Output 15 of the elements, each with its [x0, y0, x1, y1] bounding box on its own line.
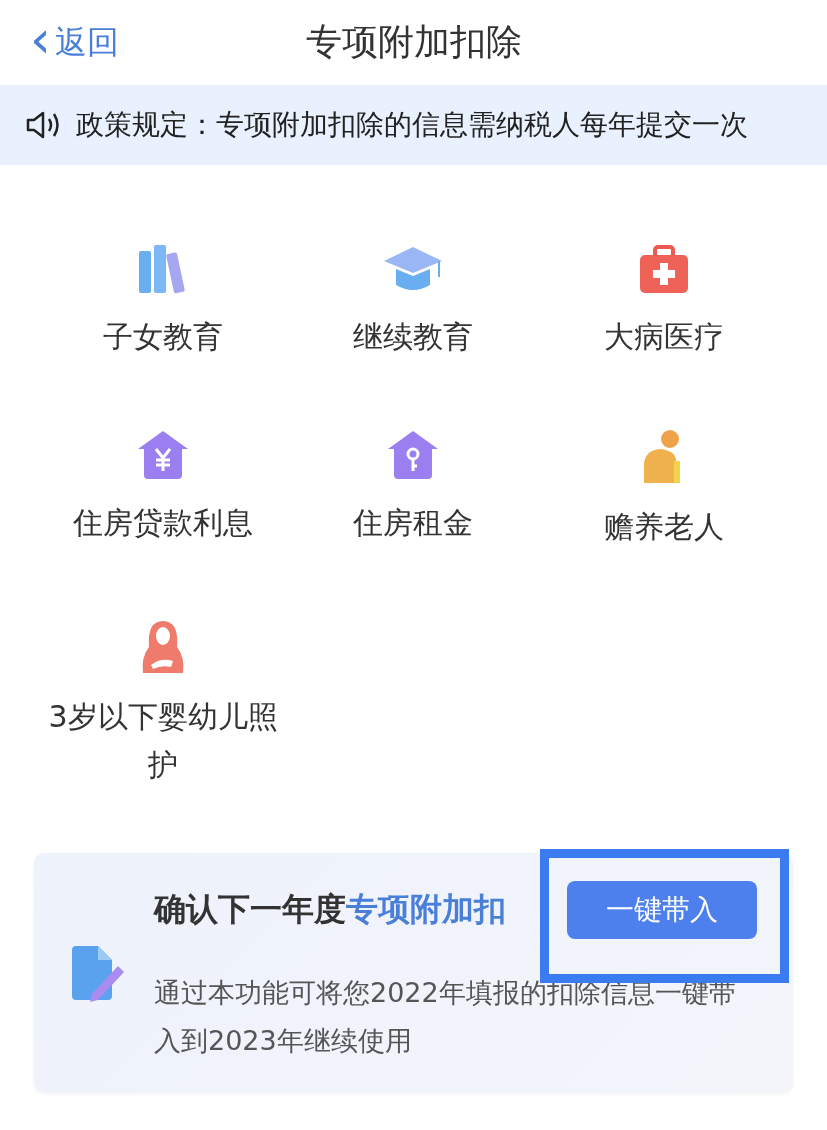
category-label[interactable]: 赡养老人: [603, 503, 724, 551]
card-title: 确认下一年度专项附加扣: [154, 889, 506, 930]
medical-kit-icon: [637, 243, 690, 295]
back-link[interactable]: ‹返回: [30, 20, 119, 65]
page-title: 专项附加扣除: [305, 20, 522, 64]
category-label[interactable]: 子女教育: [103, 313, 224, 361]
category-label[interactable]: 继续教育: [353, 313, 474, 361]
category-label[interactable]: 3岁以下婴幼儿照护: [40, 693, 286, 789]
notice-text: 政策规定：专项附加扣除的信息需纳税人每年提交一次: [76, 107, 748, 143]
import-button[interactable]: 一键带入: [567, 881, 757, 939]
document-pen-icon: [70, 944, 126, 1002]
speaker-icon: [26, 110, 62, 140]
category-label[interactable]: 住房租金: [353, 499, 474, 547]
category-label[interactable]: 住房贷款利息: [73, 499, 254, 547]
category-label[interactable]: 大病医疗: [603, 313, 724, 361]
